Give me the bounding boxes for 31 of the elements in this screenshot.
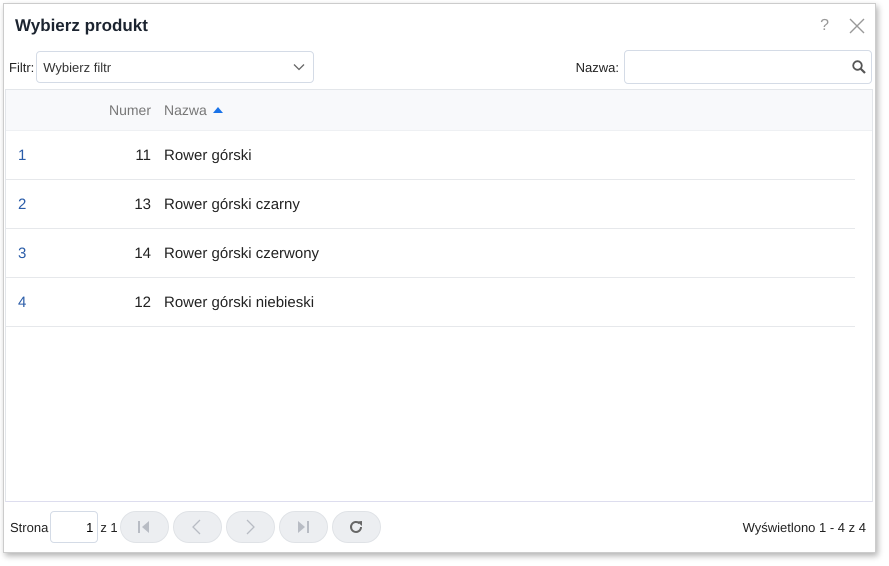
column-header[interactable]: Numer — [81, 102, 151, 118]
filter-dropdown[interactable]: Wybierz filtr — [36, 51, 314, 83]
table-cell: Rower górski niebieski — [164, 294, 314, 310]
table-cell: Rower górski — [164, 146, 252, 164]
search-field[interactable] — [624, 50, 872, 84]
table-cell: Rower górski czarny — [164, 196, 300, 212]
search-label: Nazwa: — [576, 60, 619, 74]
page-count: z 1 — [100, 520, 118, 534]
chevron-down-icon — [293, 63, 306, 71]
row-number: 3 — [17, 244, 28, 262]
record-summary: Wyświetlono 1 - 4 z 4 — [742, 520, 866, 534]
row-number: 2 — [17, 196, 28, 212]
window-title: Wybierz produkt — [15, 16, 149, 36]
table-cell-text: 13 — [133, 196, 151, 212]
row-number: 4 — [17, 294, 28, 310]
table-cell-text: 14 — [133, 244, 151, 262]
search-icon — [852, 60, 866, 74]
help-button[interactable]: ? — [820, 17, 829, 35]
page-input[interactable]: 1 — [50, 511, 98, 543]
refresh-icon — [348, 519, 364, 535]
filter-label: Filtr: — [9, 60, 34, 74]
column-header[interactable]: Nazwa — [164, 102, 224, 118]
row-number: 1 — [17, 146, 28, 164]
table-cell-text: 12 — [133, 294, 151, 310]
close-button[interactable] — [849, 18, 865, 34]
table-cell: Rower górski czerwony — [164, 244, 320, 262]
close-icon — [849, 18, 865, 34]
table-cell-text: 11 — [134, 146, 151, 164]
page-label: Strona — [10, 520, 48, 534]
refresh-button[interactable] — [332, 511, 381, 543]
last-page-icon — [295, 519, 312, 535]
